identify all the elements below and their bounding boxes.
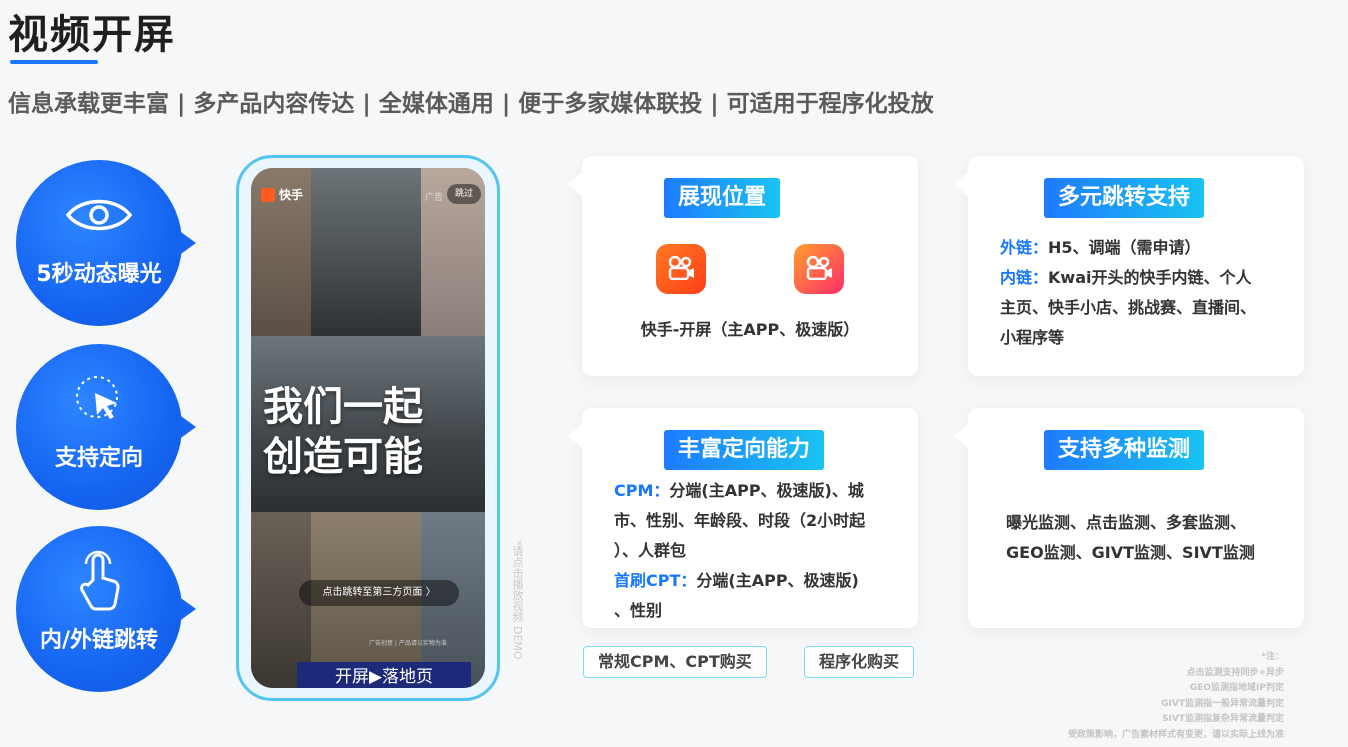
feature-link-jump: 内/外链跳转 [16,526,196,692]
kuaishou-speed-app-icon [794,244,844,294]
ad-tag: 广告 [425,193,444,203]
feature-dynamic-exposure: 5秒动态曝光 [16,160,196,326]
targeting-list: CPM：分端(主APP、极速版)、城 市、性别、年龄段、时段（2小时起 ）、人群… [614,476,865,626]
app-logo: 快手 [261,186,303,203]
feature-label: 5秒动态曝光 [36,262,162,287]
list-item: 外链：H5、调端（需申请） [1000,238,1201,257]
fine-print: 广告创意 | 产品请以实物为准 [369,640,447,647]
kuaishou-logo-icon [261,187,275,202]
list-item: 市、性别、年龄段、时段（2小时起 [614,511,866,530]
page-subtitle: 信息承载更丰富 | 多产品内容传达 | 全媒体通用 | 便于多家媒体联投 | 可… [8,91,934,117]
monitoring-list: 曝光监测、点击监测、多套监测、 GEO监测、GIVT监测、SIVT监测 [1006,508,1255,568]
eye-icon [16,184,182,246]
card-title: 支持多种监测 [1044,430,1205,470]
list-item: GEO监测、GIVT监测、SIVT监测 [1006,543,1255,562]
kuaishou-app-icon [656,244,706,294]
list-item: 小程序等 [1000,328,1065,347]
list-item: 内链：Kwai开头的快手内链、个人 [1000,268,1252,287]
display-position-caption: 快手-开屏（主APP、极速版） [640,320,860,339]
list-item: 、性别 [614,601,663,620]
landing-page-cta-button[interactable]: 开屏▶落地页 [297,662,471,688]
video-demo-note: *请点击播放视频 DEMO [511,540,524,660]
feature-targeting: 支持定向 [16,344,196,510]
footnotes: *注： 点击监测支持同步+异步 GEO监测指地域IP判定 GIVT监测指一般异常… [1067,652,1284,740]
list-item: ）、人群包 [614,541,687,560]
list-item: 首刷CPT：分端(主APP、极速版) [614,571,859,590]
list-item: 曝光监测、点击监测、多套监测、 [1006,513,1247,532]
cursor-target-icon [16,368,182,430]
third-party-jump-link[interactable]: 点击跳转至第三方页面 〉 [299,580,459,606]
page-title: 视频开屏 [8,12,176,58]
card-title: 丰富定向能力 [664,430,825,470]
card-title: 多元跳转支持 [1044,178,1205,218]
slogan: 我们一起 创造可能 [263,384,423,480]
buy-tag-programmatic: 程序化购买 [804,646,915,678]
tap-hand-icon [16,550,182,612]
title-underline [10,60,98,64]
card-title: 展现位置 [664,178,781,218]
buy-tag-cpm-cpt: 常规CPM、CPT购买 [583,646,767,678]
phone-mockup: 快手 广告 跳过 我们一起 创造可能 点击跳转至第三方页面 〉 广告创意 | 产… [236,155,500,701]
redirect-list: 外链：H5、调端（需申请） 内链：Kwai开头的快手内链、个人 主页、快手小店、… [1000,233,1256,353]
feature-label: 内/外链跳转 [39,628,159,653]
feature-label: 支持定向 [54,446,143,471]
card-monitoring: 支持多种监测 曝光监测、点击监测、多套监测、 GEO监测、GIVT监测、SIVT… [954,408,1304,628]
list-item: CPM：分端(主APP、极速版)、城 [614,481,864,500]
list-item: 主页、快手小店、挑战赛、直播间、 [1000,298,1257,317]
skip-button[interactable]: 跳过 [447,184,481,204]
card-display-position: 展现位置 快手-开屏（主APP、极速版） [568,156,918,376]
card-redirect-support: 多元跳转支持 外链：H5、调端（需申请） 内链：Kwai开头的快手内链、个人 主… [954,156,1304,376]
card-targeting: 丰富定向能力 CPM：分端(主APP、极速版)、城 市、性别、年龄段、时段（2小… [568,408,918,628]
splash-video-preview[interactable]: 快手 广告 跳过 我们一起 创造可能 点击跳转至第三方页面 〉 广告创意 | 产… [251,168,485,688]
